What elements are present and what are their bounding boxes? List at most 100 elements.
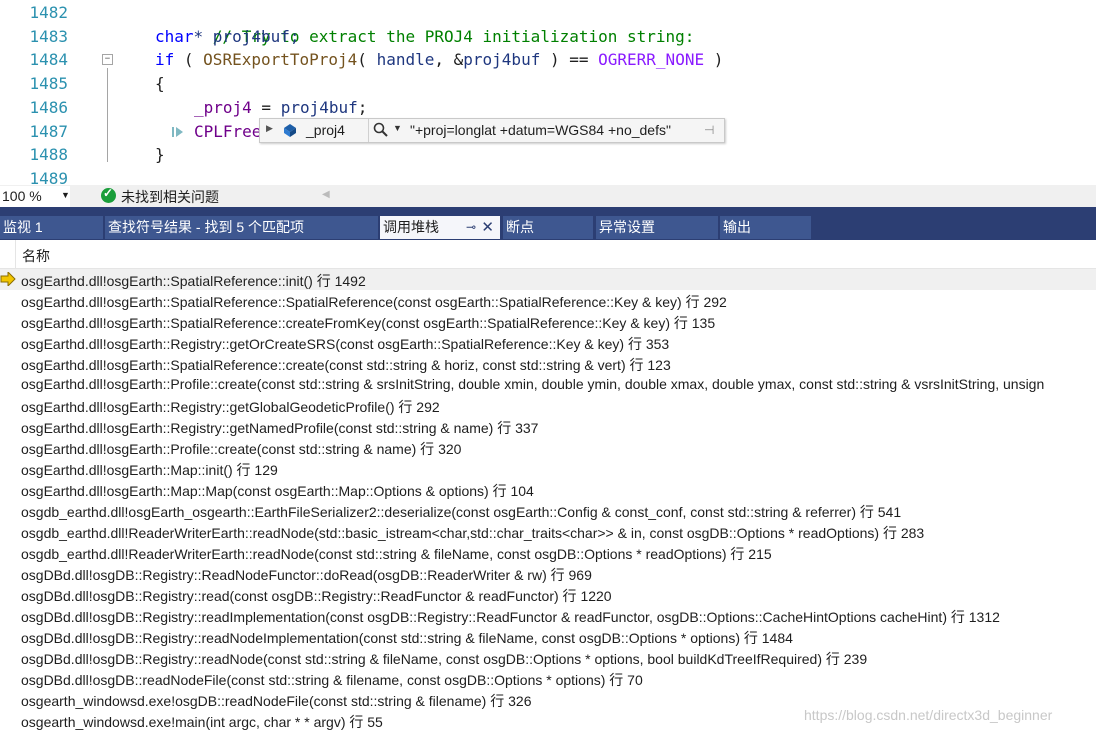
frame-text: osgEarthd.dll!osgEarth::Registry::getOrC… — [21, 336, 670, 352]
code-function: OSRExportToProj4 — [203, 50, 358, 69]
call-stack-frame[interactable]: osgDBd.dll!osgDB::Registry::read(const o… — [0, 584, 1096, 605]
column-header-label: 名称 — [22, 248, 50, 264]
tab-find-symbol-results[interactable]: 查找符号结果 - 找到 5 个匹配项 — [105, 216, 378, 239]
line-number: 1482 — [29, 3, 68, 22]
magnifier-icon[interactable] — [372, 121, 390, 139]
datatip-value[interactable]: "+proj=longlat +datum=WGS84 +no_defs" — [410, 122, 671, 138]
call-stack-frame[interactable]: osgEarthd.dll!osgEarth::SpatialReference… — [0, 290, 1096, 311]
code-text: ( — [174, 50, 204, 69]
frame-text: osgEarthd.dll!osgEarth::SpatialReference… — [21, 357, 671, 373]
call-stack-frame[interactable]: osgEarthd.dll!osgEarth::Registry::getGlo… — [0, 395, 1096, 416]
run-to-click-icon[interactable] — [170, 124, 186, 140]
line-number: 1484 — [29, 50, 68, 69]
code-brace: { — [155, 74, 165, 93]
call-stack-frame[interactable]: osgEarthd.dll!osgEarth::Registry::getOrC… — [0, 332, 1096, 353]
tab-label: 断点 — [506, 219, 534, 235]
frame-text: osgdb_earthd.dll!ReaderWriterEarth::read… — [21, 525, 925, 541]
code-variable: proj4buf — [463, 50, 541, 69]
code-text: * proj4buf; — [193, 27, 300, 46]
chevron-down-icon: ▼ — [61, 190, 70, 200]
tab-label: 调用堆栈 — [383, 219, 439, 235]
column-header-name[interactable]: 名称 — [0, 240, 1096, 269]
code-variable: handle — [376, 50, 435, 69]
code-text: ( — [357, 50, 377, 69]
frame-text: osgEarthd.dll!osgEarth::Profile::create(… — [21, 376, 1045, 392]
code-editor[interactable]: 1482 1483 1484 1485 1486 1487 1488 1489 … — [0, 0, 1096, 185]
line-number: 1486 — [29, 98, 68, 117]
call-stack-frame[interactable]: osgDBd.dll!osgDB::Registry::ReadNodeFunc… — [0, 563, 1096, 584]
line-number: 1488 — [29, 145, 68, 164]
code-text: ; — [357, 98, 368, 117]
code-line-1488: } — [155, 143, 165, 167]
tab-label: 异常设置 — [599, 219, 655, 235]
datatip-variable-name: _proj4 — [306, 122, 345, 138]
visualizer-dropdown-icon[interactable]: ▼ — [393, 123, 402, 133]
call-stack-frame[interactable]: osgdb_earthd.dll!ReaderWriterEarth::read… — [0, 521, 1096, 542]
call-stack-frame[interactable]: osgDBd.dll!osgDB::Registry::readNodeImpl… — [0, 626, 1096, 647]
datatip[interactable]: ▶ _proj4 ▼ "+proj=longlat +datum=WGS84 +… — [259, 118, 725, 143]
call-stack-frame[interactable]: osgdb_earthd.dll!ReaderWriterEarth::read… — [0, 542, 1096, 563]
line-number: 1485 — [29, 74, 68, 93]
frame-text: osgEarthd.dll!osgEarth::Profile::create(… — [21, 441, 462, 457]
expand-triangle-icon[interactable]: ▶ — [266, 123, 273, 134]
tab-output[interactable]: 输出 — [720, 216, 811, 239]
frame-text: osgDBd.dll!osgDB::Registry::readImplemen… — [21, 609, 1000, 625]
call-stack-frame[interactable]: osgEarthd.dll!osgEarth::Map::init() 行 12… — [0, 458, 1096, 479]
frame-text: osgDBd.dll!osgDB::readNodeFile(const std… — [21, 672, 643, 688]
tab-label: 输出 — [723, 219, 751, 235]
line-number: 1487 — [29, 122, 68, 141]
tab-label: 监视 1 — [3, 219, 43, 235]
call-stack-frame-current[interactable]: osgEarthd.dll!osgEarth::SpatialReference… — [0, 269, 1096, 290]
call-stack-frame[interactable]: osgEarthd.dll!osgEarth::SpatialReference… — [0, 353, 1096, 374]
code-text: = — [251, 98, 281, 117]
code-text: ) — [704, 50, 724, 69]
code-area[interactable]: // Try to extract the PROJ4 initializati… — [118, 0, 1088, 185]
call-stack-frame[interactable]: osgDBd.dll!osgDB::Registry::readNode(con… — [0, 647, 1096, 668]
call-stack-frame[interactable]: osgDBd.dll!osgDB::readNodeFile(const std… — [0, 668, 1096, 689]
current-frame-arrow-icon — [0, 272, 16, 286]
zoom-value: 100 % — [2, 188, 42, 204]
code-variable: proj4buf — [280, 98, 358, 117]
collapse-toggle[interactable] — [102, 54, 113, 65]
call-stack-frame[interactable]: osgEarthd.dll!osgEarth::Profile::create(… — [0, 437, 1096, 458]
close-icon[interactable]: ✕ — [481, 216, 494, 239]
tab-breakpoints[interactable]: 断点 — [503, 216, 593, 239]
code-member: _proj4 — [194, 98, 252, 117]
pin-icon[interactable]: ⊸ — [466, 216, 476, 239]
check-circle-icon — [101, 186, 116, 203]
tab-exception-settings[interactable]: 异常设置 — [596, 216, 718, 239]
scroll-left-arrow-icon[interactable]: ◀ — [322, 189, 330, 200]
frame-text: osgearth_windowsd.exe!main(int argc, cha… — [21, 714, 383, 730]
issues-status[interactable]: 未找到相关问题 — [121, 187, 219, 207]
frame-text: osgDBd.dll!osgDB::Registry::read(const o… — [21, 588, 612, 604]
zoom-dropdown[interactable]: 100 % ▼ — [0, 186, 70, 207]
call-stack-frame[interactable]: osgEarthd.dll!osgEarth::SpatialReference… — [0, 311, 1096, 332]
code-keyword: if — [155, 50, 175, 69]
call-stack-frame[interactable]: osgDBd.dll!osgDB::Registry::readImplemen… — [0, 605, 1096, 626]
call-stack-frame[interactable]: osgdb_earthd.dll!osgEarth_osgearth::Eart… — [0, 500, 1096, 521]
pin-icon[interactable]: ⊣ — [704, 123, 714, 137]
code-line-1482: // Try to extract the PROJ4 initializati… — [155, 1, 695, 46]
tab-watch-1[interactable]: 监视 1 — [0, 216, 103, 239]
code-macro: OGRERR_NONE — [598, 50, 705, 69]
call-stack-panel[interactable]: 名称 osgEarthd.dll!osgEarth::SpatialRefere… — [0, 240, 1096, 734]
code-function: CPLFree — [194, 122, 262, 141]
frame-text: osgDBd.dll!osgDB::Registry::readNode(con… — [21, 651, 868, 667]
code-line-1487: CPLFree — [194, 120, 261, 144]
frame-text: osgdb_earthd.dll!osgEarth_osgearth::Eart… — [21, 504, 902, 520]
line-number: 1489 — [29, 169, 68, 185]
frame-text: osgEarthd.dll!osgEarth::SpatialReference… — [21, 315, 716, 331]
code-line-1485: { — [155, 72, 165, 96]
call-stack-frame[interactable]: osgEarthd.dll!osgEarth::Profile::create(… — [0, 374, 1096, 395]
frame-text: osgEarthd.dll!osgEarth::Registry::getNam… — [21, 420, 539, 436]
frame-text: osgEarthd.dll!osgEarth::Map::Map(const o… — [21, 483, 534, 499]
code-brace: } — [155, 145, 165, 164]
code-text: ) == — [540, 50, 599, 69]
tab-call-stack[interactable]: 调用堆栈 ⊸ ✕ — [380, 216, 500, 239]
code-line-1486: _proj4 = proj4buf; — [194, 96, 367, 120]
frame-text: osgDBd.dll!osgDB::Registry::readNodeImpl… — [21, 630, 793, 646]
frame-text: osgDBd.dll!osgDB::Registry::ReadNodeFunc… — [21, 567, 592, 583]
call-stack-frame[interactable]: osgEarthd.dll!osgEarth::Registry::getNam… — [0, 416, 1096, 437]
call-stack-frame[interactable]: osgEarthd.dll!osgEarth::Map::Map(const o… — [0, 479, 1096, 500]
editor-status-bar: 100 % ▼ 未找到相关问题 ◀ — [0, 185, 1096, 207]
